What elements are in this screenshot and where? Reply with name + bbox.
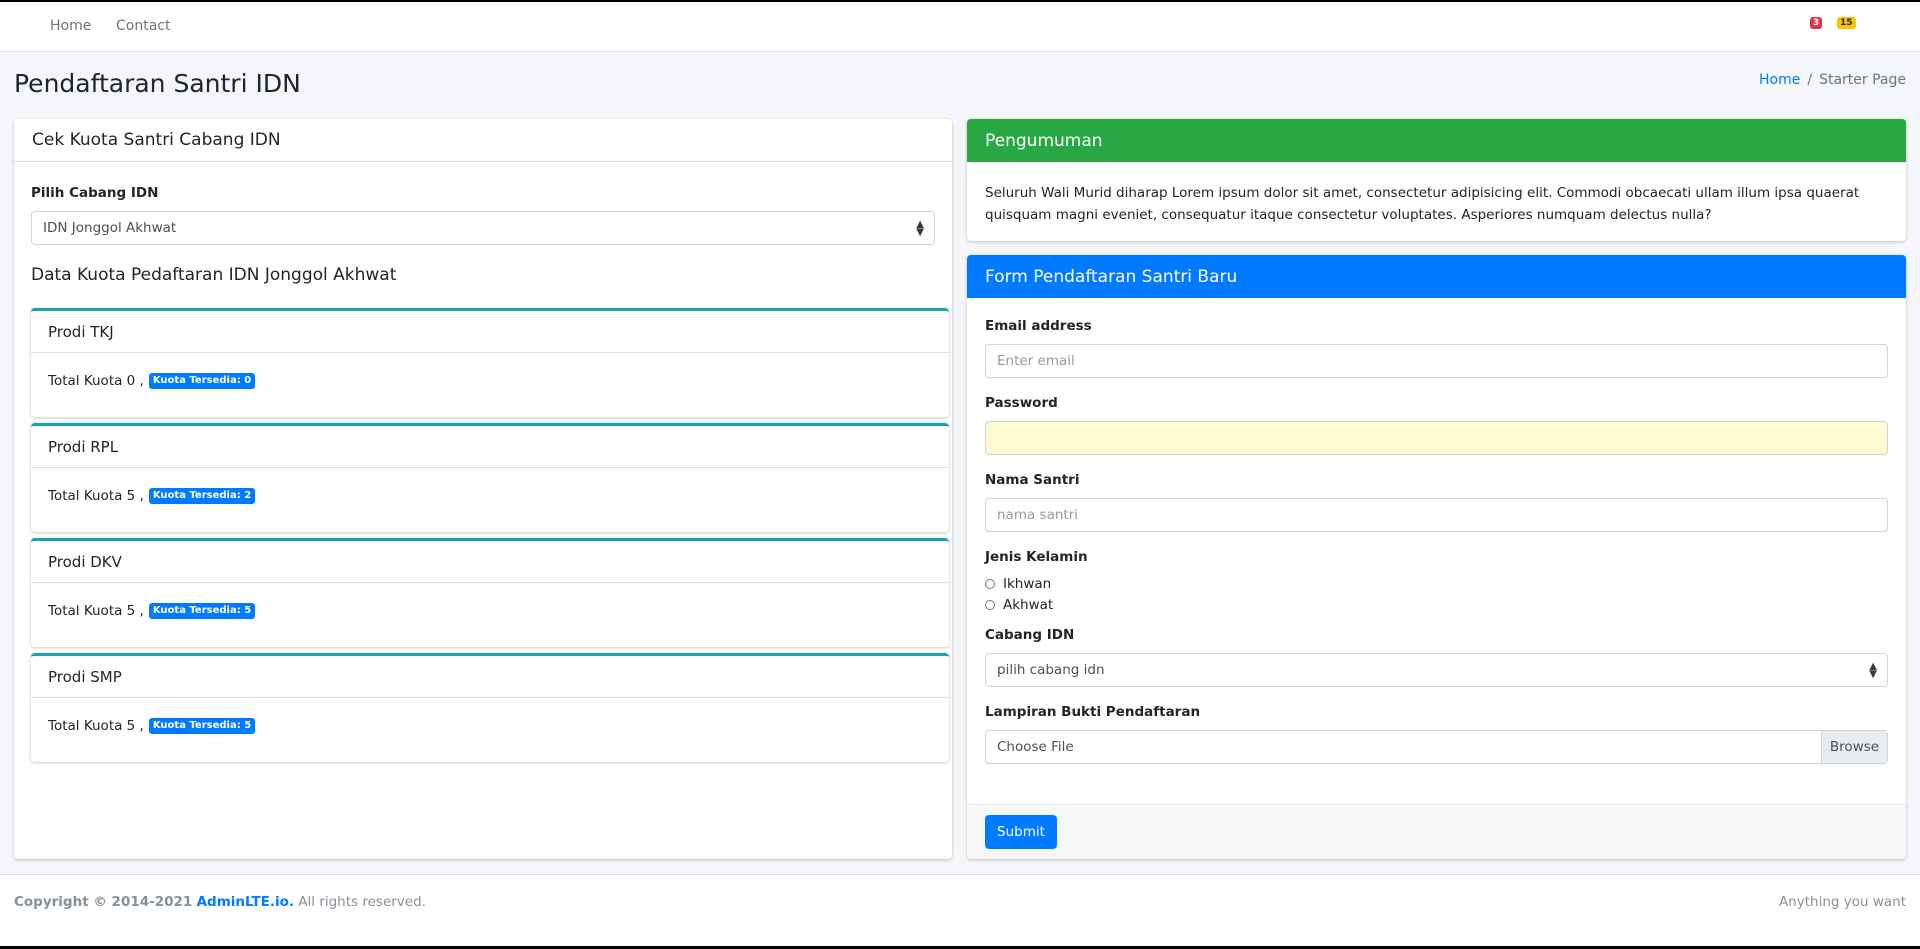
cabang-select[interactable]: pilih cabang idn ▲ ▼: [985, 653, 1888, 687]
submit-button[interactable]: Submit: [985, 815, 1057, 849]
program-card-dkv: Prodi DKV Total Kuota 5 , Kuota Tersedia…: [31, 538, 949, 647]
gender-label: Jenis Kelamin: [985, 549, 1088, 565]
quota-card-header: Cek Kuota Santri Cabang IDN: [14, 119, 952, 162]
program-title: Prodi TKJ: [31, 311, 949, 353]
breadcrumb: Home / Starter Page: [1759, 72, 1906, 88]
program-card-rpl: Prodi RPL Total Kuota 5 , Kuota Tersedia…: [31, 423, 949, 532]
registration-form-card: Form Pendaftaran Santri Baru Email addre…: [967, 255, 1906, 859]
quota-section-title: Data Kuota Pedaftaran IDN Jonggol Akhwat: [31, 265, 397, 285]
rights-text: All rights reserved.: [298, 894, 426, 910]
nav-contact-link[interactable]: Contact: [116, 18, 170, 34]
form-footer: Submit: [967, 804, 1906, 859]
form-header: Form Pendaftaran Santri Baru: [967, 255, 1906, 298]
nama-santri-input[interactable]: [985, 498, 1888, 532]
cabang-label: Cabang IDN: [985, 627, 1075, 643]
nama-santri-label: Nama Santri: [985, 472, 1080, 488]
program-title: Prodi SMP: [31, 656, 949, 698]
footer-copyright: Copyright © 2014-2021 AdminLTE.io. All r…: [14, 894, 426, 910]
quota-available-badge: Kuota Tersedia: 5: [148, 602, 256, 619]
radio-label: Ikhwan: [1003, 576, 1052, 592]
branch-select[interactable]: IDN Jonggol Akhwat ▲ ▼: [31, 211, 935, 245]
program-title: Prodi RPL: [31, 426, 949, 468]
browse-button[interactable]: Browse: [1821, 731, 1887, 763]
brand-link[interactable]: AdminLTE.io.: [197, 894, 294, 910]
program-card-smp: Prodi SMP Total Kuota 5 , Kuota Tersedia…: [31, 653, 949, 762]
top-navbar: Home Contact 3 15: [0, 2, 1920, 52]
announcement-body: Seluruh Wali Murid diharap Lorem ipsum d…: [985, 185, 1860, 223]
email-input[interactable]: [985, 344, 1888, 378]
gender-option-ikhwan[interactable]: Ikhwan: [985, 574, 1051, 594]
breadcrumb-separator: /: [1807, 72, 1813, 88]
program-total: Total Kuota 0 ,: [48, 372, 144, 389]
nav-home-link[interactable]: Home: [50, 18, 91, 34]
gender-option-akhwat[interactable]: Akhwat: [985, 595, 1053, 615]
copyright-text: Copyright © 2014-2021: [14, 894, 193, 910]
file-upload-input[interactable]: Choose File Browse: [985, 730, 1888, 764]
notification-badge-yellow[interactable]: 15: [1837, 17, 1856, 29]
program-total: Total Kuota 5 ,: [48, 717, 144, 734]
program-title: Prodi DKV: [31, 541, 949, 583]
quota-available-badge: Kuota Tersedia: 0: [148, 372, 256, 389]
notification-badge-red[interactable]: 3: [1810, 17, 1823, 29]
breadcrumb-current: Starter Page: [1819, 72, 1906, 88]
password-input[interactable]: [985, 421, 1888, 455]
program-total: Total Kuota 5 ,: [48, 602, 144, 619]
program-card-tkj: Prodi TKJ Total Kuota 0 , Kuota Tersedia…: [31, 308, 949, 417]
select-caret-icon: ▲ ▼: [1869, 661, 1877, 680]
program-total: Total Kuota 5 ,: [48, 487, 144, 504]
app-viewport: Home Contact 3 15 Pendaftaran Santri IDN…: [0, 2, 1920, 946]
program-body: Total Kuota 5 , Kuota Tersedia: 5: [31, 583, 949, 638]
branch-select-label: Pilih Cabang IDN: [31, 185, 159, 201]
branch-select-value: IDN Jonggol Akhwat: [43, 220, 177, 236]
page-title: Pendaftaran Santri IDN: [14, 69, 301, 98]
select-caret-icon: ▲ ▼: [916, 219, 924, 238]
radio-label: Akhwat: [1003, 597, 1054, 613]
file-input-text: Choose File: [997, 739, 1074, 755]
announcement-header: Pengumuman: [967, 119, 1906, 162]
quota-available-badge: Kuota Tersedia: 5: [148, 717, 256, 734]
program-body: Total Kuota 0 , Kuota Tersedia: 0: [31, 353, 949, 408]
program-body: Total Kuota 5 , Kuota Tersedia: 5: [31, 698, 949, 753]
password-label: Password: [985, 395, 1058, 411]
footer-right-text: Anything you want: [1778, 894, 1906, 910]
breadcrumb-home-link[interactable]: Home: [1759, 72, 1800, 88]
lampiran-label: Lampiran Bukti Pendaftaran: [985, 704, 1201, 720]
main-footer: Copyright © 2014-2021 AdminLTE.io. All r…: [0, 874, 1920, 946]
radio-button[interactable]: [985, 600, 995, 610]
cabang-select-value: pilih cabang idn: [997, 662, 1105, 678]
program-body: Total Kuota 5 , Kuota Tersedia: 2: [31, 468, 949, 523]
quota-check-card: Cek Kuota Santri Cabang IDN Pilih Cabang…: [14, 119, 952, 859]
quota-available-badge: Kuota Tersedia: 2: [148, 487, 256, 504]
email-label: Email address: [985, 318, 1092, 334]
announcement-card: Pengumuman Seluruh Wali Murid diharap Lo…: [967, 119, 1906, 241]
radio-button[interactable]: [985, 579, 995, 589]
